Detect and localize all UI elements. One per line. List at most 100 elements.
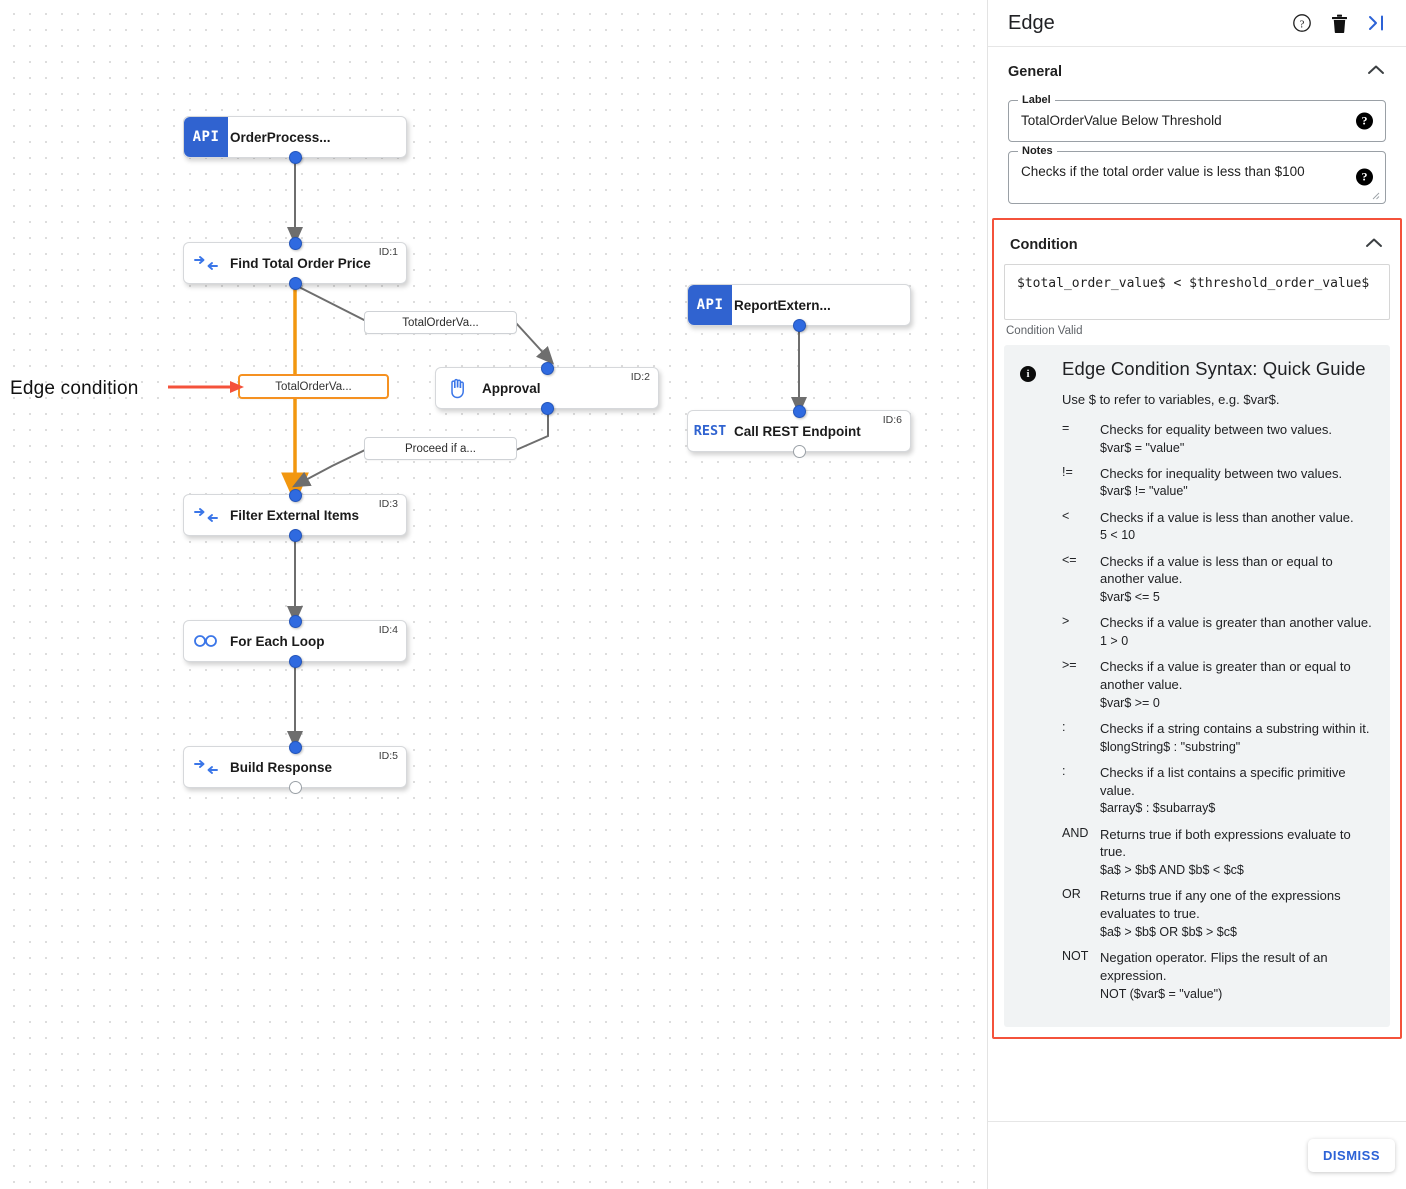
operator-row: OR Returns true if any one of the express… — [1062, 887, 1374, 941]
edge-label-total-order-value-selected[interactable]: TotalOrderVa... — [238, 374, 389, 399]
page-title: Edge — [1008, 11, 1055, 34]
guide-body: Edge Condition Syntax: Quick Guide Use $… — [1062, 358, 1374, 1011]
help-icon[interactable]: ? — [1292, 13, 1312, 33]
node-report-extern[interactable]: API ReportExtern... — [687, 284, 911, 332]
converge-arrows-icon — [184, 747, 228, 787]
converge-arrows-icon — [184, 243, 228, 283]
node-input-port[interactable] — [540, 361, 554, 375]
operator-text: Negation operator. Flips the result of a… — [1100, 949, 1374, 1003]
condition-status-text: Condition Valid — [1006, 324, 1083, 337]
operator-symbol: >= — [1062, 658, 1077, 673]
condition-expression-input[interactable]: $total_order_value$ < $threshold_order_v… — [1004, 263, 1390, 320]
chevron-up-icon[interactable] — [1366, 63, 1386, 81]
operator-list: = Checks for equality between two values.… — [1062, 421, 1374, 1003]
node-title: Filter External Items — [230, 507, 360, 523]
operator-example: $var$ = "value" — [1100, 440, 1185, 455]
operator-example: 5 < 10 — [1100, 528, 1136, 543]
operator-example: 1 > 0 — [1100, 634, 1129, 649]
node-input-port[interactable] — [288, 236, 302, 250]
hand-icon — [436, 368, 480, 408]
node-output-port[interactable] — [792, 318, 806, 332]
node-id-label: ID:2 — [630, 371, 650, 383]
operator-description: Negation operator. Flips the result of a… — [1100, 949, 1328, 983]
label-field-legend: Label — [1018, 94, 1055, 106]
edge-editor-app: API OrderProcess... Find Total Order Pri… — [0, 0, 1406, 1189]
node-output-port[interactable] — [288, 654, 302, 668]
operator-text: Returns true if both expressions evaluat… — [1100, 826, 1374, 880]
node-find-total-order-price[interactable]: Find Total Order Price ID:1 — [183, 236, 407, 290]
operator-example: NOT ($var$ = "value") — [1100, 986, 1223, 1001]
node-output-port[interactable] — [540, 401, 554, 415]
operator-description: Checks if a value is greater than anothe… — [1100, 615, 1372, 631]
node-output-port[interactable] — [288, 528, 302, 542]
panel-footer: DISMISS — [988, 1121, 1406, 1189]
dismiss-button[interactable]: DISMISS — [1308, 1139, 1395, 1172]
edge-label-proceed-if[interactable]: Proceed if a... — [364, 437, 517, 460]
operator-text: Checks for equality between two values. $… — [1100, 421, 1374, 457]
operator-symbol: != — [1062, 464, 1073, 479]
node-input-port[interactable] — [792, 404, 806, 418]
notes-field-value[interactable]: Checks if the total order value is less … — [1021, 164, 1341, 181]
operator-row: <= Checks if a value is less than or equa… — [1062, 553, 1374, 607]
operator-description: Checks if a value is less than or equal … — [1100, 553, 1333, 587]
flow-canvas[interactable]: API OrderProcess... Find Total Order Pri… — [0, 0, 987, 1189]
operator-description: Checks for equality between two values. — [1100, 421, 1332, 437]
delete-icon[interactable] — [1331, 14, 1348, 33]
general-section: General Label TotalOrderValue Below Thre… — [988, 47, 1406, 204]
label-field[interactable]: Label TotalOrderValue Below Threshold ? — [1008, 94, 1386, 142]
node-input-port[interactable] — [288, 488, 302, 502]
label-field-value[interactable]: TotalOrderValue Below Threshold — [1021, 113, 1341, 130]
api-badge-icon: API — [184, 117, 228, 157]
node-output-port[interactable] — [288, 150, 302, 164]
node-approval[interactable]: Approval ID:2 — [435, 361, 659, 415]
node-build-response[interactable]: Build Response ID:5 — [183, 740, 407, 794]
condition-section-title: Condition — [1010, 236, 1078, 253]
notes-field[interactable]: Notes Checks if the total order value is… — [1008, 144, 1386, 204]
operator-example: $var$ != "value" — [1100, 484, 1188, 499]
general-section-header[interactable]: General — [1002, 47, 1392, 91]
node-input-port[interactable] — [288, 614, 302, 628]
operator-row: NOT Negation operator. Flips the result o… — [1062, 949, 1374, 1003]
node-filter-external-items[interactable]: Filter External Items ID:3 — [183, 488, 407, 542]
operator-description: Checks if a value is less than another v… — [1100, 509, 1354, 525]
node-output-port[interactable] — [288, 780, 302, 794]
annotation-edge-condition: Edge condition — [10, 378, 139, 399]
node-order-process[interactable]: API OrderProcess... — [183, 116, 407, 164]
node-output-port[interactable] — [792, 444, 806, 458]
node-title: OrderProcess... — [230, 129, 331, 145]
loop-infinity-icon — [184, 621, 228, 661]
operator-example: $var$ <= 5 — [1100, 590, 1160, 605]
operator-example: $a$ > $b$ OR $b$ > $c$ — [1100, 924, 1237, 939]
operator-description: Checks if a value is greater than or equ… — [1100, 659, 1351, 692]
notes-field-legend: Notes — [1018, 144, 1057, 157]
operator-text: Checks if a value is less than or equal … — [1100, 553, 1374, 607]
node-input-port[interactable] — [288, 740, 302, 754]
guide-title: Edge Condition Syntax: Quick Guide — [1062, 357, 1366, 379]
node-for-each-loop[interactable]: For Each Loop ID:4 — [183, 614, 407, 668]
guide-intro-text: Use $ to refer to variables, e.g. $var$. — [1062, 391, 1280, 407]
operator-text: Checks if a value is greater than or equ… — [1100, 658, 1374, 712]
general-section-title: General — [1008, 64, 1062, 80]
info-icon: i — [1020, 365, 1036, 382]
operator-row: != Checks for inequality between two valu… — [1062, 465, 1374, 501]
operator-text: Returns true if any one of the expressio… — [1100, 887, 1374, 941]
chevron-up-icon[interactable] — [1364, 236, 1384, 254]
operator-row: < Checks if a value is less than another … — [1062, 509, 1374, 545]
panel-header: Edge ? — [988, 0, 1406, 47]
annotation-arrow-icon — [168, 381, 244, 393]
collapse-panel-icon[interactable] — [1367, 14, 1386, 32]
notes-help-icon[interactable]: ? — [1356, 168, 1373, 186]
label-help-icon[interactable]: ? — [1356, 112, 1373, 130]
notes-resize-handle[interactable] — [1370, 190, 1380, 200]
svg-text:?: ? — [1300, 18, 1305, 30]
node-id-label: ID:5 — [378, 750, 398, 762]
node-id-label: ID:6 — [882, 414, 902, 426]
node-call-rest-endpoint[interactable]: REST Call REST Endpoint ID:6 — [687, 404, 911, 458]
operator-symbol: <= — [1062, 552, 1077, 567]
condition-section-header[interactable]: Condition — [1004, 220, 1390, 264]
operator-symbol: = — [1062, 420, 1070, 435]
node-title: Approval — [482, 380, 541, 396]
node-output-port[interactable] — [288, 276, 302, 290]
edge-label-total-order-value-upper[interactable]: TotalOrderVa... — [364, 311, 517, 334]
condition-syntax-guide: i Edge Condition Syntax: Quick Guide Use… — [1004, 344, 1390, 1027]
